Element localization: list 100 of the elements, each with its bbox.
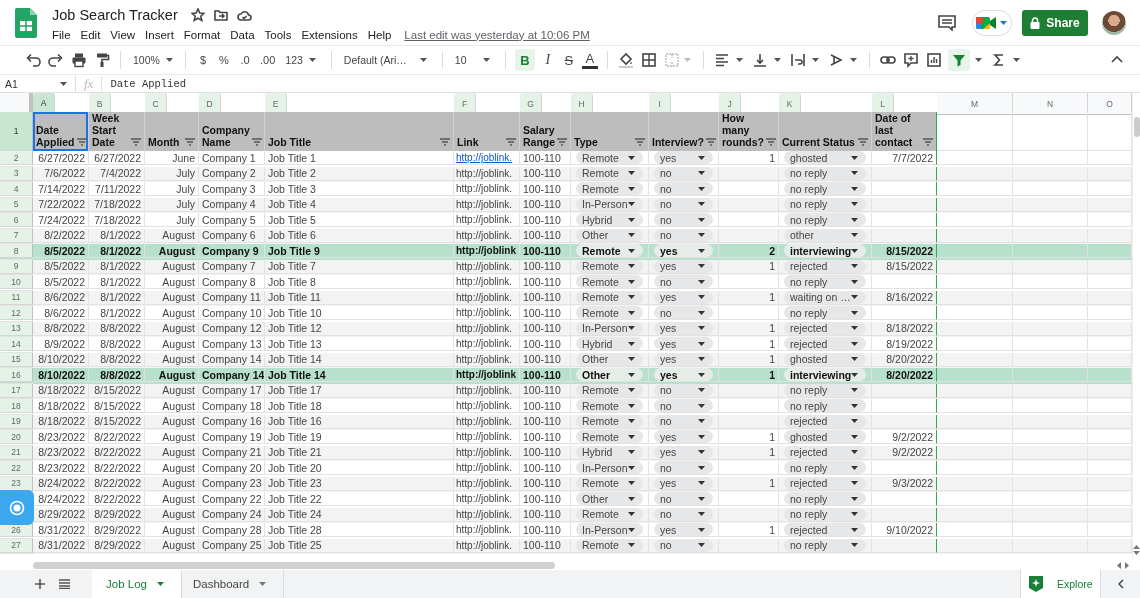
link-cell[interactable]: http://joblink. (454, 259, 520, 274)
column-header[interactable]: A (33, 93, 55, 115)
dropdown-chip[interactable]: Other (576, 368, 643, 382)
dropdown-chip[interactable]: Remote (576, 430, 643, 444)
filter-icon[interactable] (923, 138, 933, 146)
row-number[interactable]: 2 (0, 151, 33, 166)
filter-icon[interactable] (705, 138, 716, 146)
row-number[interactable]: 18 (0, 399, 33, 414)
scroll-left-icon[interactable] (1116, 561, 1121, 569)
dropdown-chip[interactable]: Remote (576, 399, 643, 413)
link-cell[interactable]: http://joblink. (454, 414, 520, 429)
fill-color-icon[interactable] (617, 52, 634, 68)
font-size-dropdown[interactable]: 10 (451, 49, 496, 71)
filter-icon[interactable] (858, 138, 868, 146)
spreadsheet-logo[interactable] (15, 8, 37, 38)
dropdown-chip[interactable]: no reply (784, 182, 866, 196)
dropdown-chip[interactable]: yes (654, 151, 713, 165)
dropdown-chip[interactable]: interviewing (784, 368, 867, 382)
link-cell[interactable]: http://joblink. (454, 523, 520, 538)
scroll-thumb[interactable] (1133, 117, 1140, 137)
filter-icon[interactable] (131, 138, 141, 146)
avatar[interactable] (1102, 11, 1126, 35)
link-cell[interactable]: http://joblink. (454, 461, 520, 476)
paint-format-icon[interactable] (94, 52, 110, 68)
column-header[interactable]: H (571, 93, 593, 115)
column-header[interactable]: B (89, 93, 111, 115)
dropdown-chip[interactable]: Hybrid (576, 213, 643, 227)
dropdown-chip[interactable]: rejected (784, 337, 866, 351)
header-cell[interactable]: Interview? (649, 112, 719, 151)
column-header[interactable]: M (937, 93, 1013, 115)
header-cell[interactable]: Date Applied (33, 112, 89, 151)
row-number[interactable]: 22 (0, 461, 33, 476)
borders-icon[interactable] (640, 52, 657, 68)
scroll-up-icon[interactable] (1133, 544, 1140, 549)
chevron-left-icon[interactable] (1117, 579, 1124, 589)
link-cell[interactable]: http://joblink. (454, 290, 520, 305)
header-cell[interactable]: Current Status (779, 112, 872, 151)
percent-button[interactable]: % (216, 49, 232, 71)
link-cell[interactable]: http://joblink. (454, 166, 520, 181)
link-cell[interactable]: http://joblink (454, 244, 520, 259)
filter-icon[interactable] (251, 138, 262, 146)
menu-item[interactable]: View (105, 28, 141, 41)
comment-icon[interactable] (938, 15, 956, 31)
dropdown-chip[interactable]: Remote (576, 244, 643, 258)
column-header[interactable]: G (520, 93, 542, 115)
link-cell[interactable]: http://joblink. (454, 352, 520, 367)
filter-icon[interactable] (635, 138, 645, 146)
dropdown-chip[interactable]: yes (654, 523, 713, 537)
print-icon[interactable] (71, 52, 87, 68)
italic-button[interactable]: I (539, 49, 556, 71)
folder-icon[interactable] (213, 9, 228, 21)
link-cell[interactable]: http://joblink. (454, 337, 520, 352)
link-cell[interactable]: http://joblink. (454, 383, 520, 398)
number-format-dropdown[interactable]: 123 (282, 49, 322, 71)
menu-item[interactable]: Format (178, 28, 226, 41)
link-cell[interactable]: http://joblink. (454, 321, 520, 336)
dropdown-chip[interactable]: no (654, 306, 713, 320)
column-header[interactable]: K (779, 93, 801, 115)
last-edit-link[interactable]: Last edit was yesterday at 10:06 PM (404, 28, 590, 41)
sheet-tab[interactable]: Dashboard (181, 570, 285, 598)
menu-item[interactable]: Extensions (296, 28, 363, 41)
filter-icon[interactable] (950, 52, 967, 68)
header-cell[interactable]: Company Name (199, 112, 265, 151)
column-header[interactable]: J (719, 93, 741, 115)
filter-icon[interactable] (766, 138, 776, 146)
formula-field[interactable]: Date Applied (102, 77, 186, 90)
dropdown-chip[interactable]: yes (654, 337, 713, 351)
dropdown-chip[interactable]: Remote (576, 182, 643, 196)
column-header[interactable]: E (265, 93, 287, 115)
dropdown-chip[interactable]: no (654, 461, 713, 475)
dropdown-chip[interactable]: Remote (576, 306, 643, 320)
align-left-icon[interactable] (713, 52, 730, 68)
text-color-button[interactable]: A (581, 51, 598, 69)
add-comment-icon[interactable] (902, 52, 919, 68)
row-number[interactable]: 20 (0, 430, 33, 445)
row-number[interactable]: 1 (0, 112, 33, 151)
dropdown-chip[interactable]: interviewing (784, 244, 867, 258)
dropdown-chip[interactable]: no (654, 399, 713, 413)
dropdown-chip[interactable]: no reply (784, 461, 866, 475)
header-cell[interactable]: How many rounds? (719, 112, 779, 151)
link-cell[interactable]: http://joblink. (454, 197, 520, 212)
filter-icon[interactable] (76, 138, 87, 146)
share-button[interactable]: Share (1022, 10, 1088, 36)
row-number[interactable]: 4 (0, 182, 33, 197)
link-cell[interactable]: http://joblink. (454, 151, 520, 166)
add-sheet-icon[interactable] (35, 579, 45, 589)
bold-button[interactable]: B (514, 49, 535, 71)
cloud-icon[interactable] (236, 9, 252, 21)
dropdown-chip[interactable]: no reply (784, 399, 866, 413)
header-cell[interactable]: Type (571, 112, 649, 151)
menu-item[interactable]: Help (362, 28, 397, 41)
font-dropdown[interactable]: Default (Ari… (340, 49, 433, 71)
link-cell[interactable]: http://joblink. (454, 182, 520, 197)
column-header[interactable]: D (199, 93, 221, 115)
header-cell[interactable]: Salary Range (520, 112, 571, 151)
star-icon[interactable] (190, 8, 205, 22)
column-header[interactable]: N (1013, 93, 1088, 115)
dropdown-chip[interactable]: Remote (576, 275, 643, 289)
currency-button[interactable]: $ (195, 49, 211, 71)
dropdown-chip[interactable]: yes (654, 244, 713, 258)
